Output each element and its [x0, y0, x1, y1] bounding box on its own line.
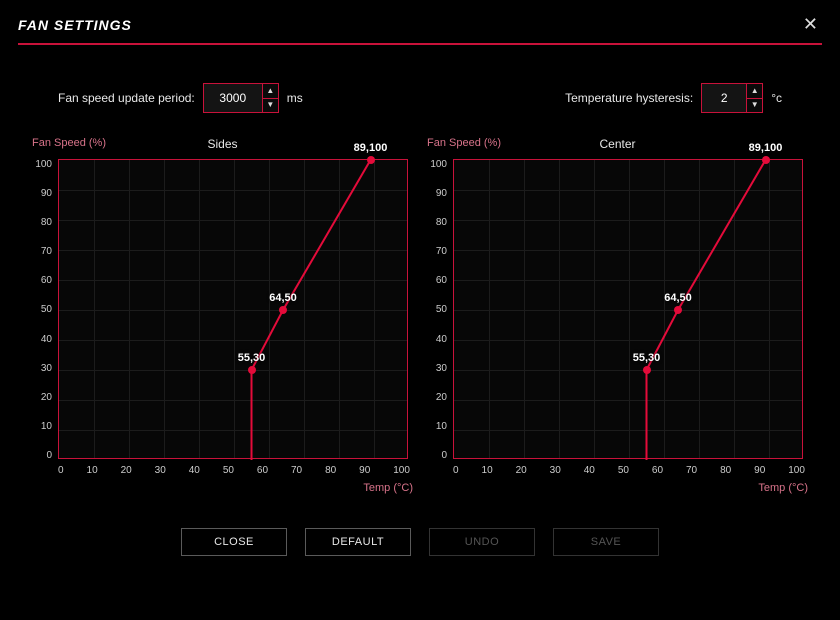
- hysteresis-unit: °c: [771, 91, 782, 105]
- chart-y-ticks: 1009080706050403020100: [32, 159, 58, 461]
- curve-point[interactable]: [279, 306, 287, 314]
- curve-point-label: 55,30: [633, 352, 661, 364]
- chart-y-axis-label: Fan Speed (%): [427, 137, 501, 149]
- hysteresis-input[interactable]: [702, 84, 746, 112]
- chart-x-ticks: 0102030405060708090100: [58, 465, 410, 476]
- hysteresis-control: Temperature hysteresis: ▲ ▼ °c: [565, 83, 782, 113]
- update-period-unit: ms: [287, 91, 303, 105]
- chart-x-ticks: 0102030405060708090100: [453, 465, 805, 476]
- curve-point[interactable]: [674, 306, 682, 314]
- window-title: FAN SETTINGS: [18, 17, 132, 33]
- hysteresis-stepper[interactable]: ▲ ▼: [701, 83, 763, 113]
- update-period-up-icon[interactable]: ▲: [263, 84, 278, 98]
- curve-point-label: 64,50: [269, 292, 297, 304]
- curve-point-label: 89,100: [749, 142, 783, 154]
- curve-point[interactable]: [248, 366, 256, 374]
- chart-title: Center: [599, 137, 635, 151]
- hysteresis-down-icon[interactable]: ▼: [747, 98, 762, 113]
- curve-point-label: 55,30: [238, 352, 266, 364]
- undo-button[interactable]: UNDO: [429, 528, 535, 556]
- curve-point-label: 89,100: [354, 142, 388, 154]
- update-period-control: Fan speed update period: ▲ ▼ ms: [58, 83, 303, 113]
- curve-point-label: 64,50: [664, 292, 692, 304]
- save-button[interactable]: SAVE: [553, 528, 659, 556]
- default-button[interactable]: DEFAULT: [305, 528, 411, 556]
- chart-panel: Fan Speed (%) Sides 1009080706050403020100…: [32, 137, 413, 494]
- chart-title: Sides: [207, 137, 237, 151]
- update-period-input[interactable]: [204, 84, 262, 112]
- chart-x-axis-label: Temp (°C): [427, 482, 808, 494]
- curve-point[interactable]: [643, 366, 651, 374]
- close-icon[interactable]: ✕: [799, 14, 822, 35]
- chart-x-axis-label: Temp (°C): [32, 482, 413, 494]
- chart-panel: Fan Speed (%) Center 100908070605040302010…: [427, 137, 808, 494]
- update-period-down-icon[interactable]: ▼: [263, 98, 278, 113]
- hysteresis-label: Temperature hysteresis:: [565, 91, 693, 105]
- hysteresis-up-icon[interactable]: ▲: [747, 84, 762, 98]
- chart-plot-area[interactable]: 55,3064,5089,100: [453, 159, 803, 459]
- chart-plot-area[interactable]: 55,3064,5089,100: [58, 159, 408, 459]
- update-period-label: Fan speed update period:: [58, 91, 195, 105]
- update-period-stepper[interactable]: ▲ ▼: [203, 83, 279, 113]
- close-button[interactable]: CLOSE: [181, 528, 287, 556]
- chart-y-ticks: 1009080706050403020100: [427, 159, 453, 461]
- curve-point[interactable]: [367, 156, 375, 164]
- chart-y-axis-label: Fan Speed (%): [32, 137, 106, 149]
- curve-point[interactable]: [762, 156, 770, 164]
